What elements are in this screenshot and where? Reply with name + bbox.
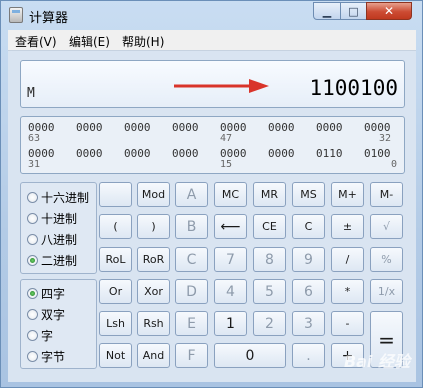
key-2[interactable]: 2 xyxy=(253,311,286,336)
maximize-button[interactable]: □ xyxy=(340,2,367,20)
key-decimal[interactable]: . xyxy=(292,343,325,368)
key-and[interactable]: And xyxy=(137,343,170,368)
key-mc[interactable]: MC xyxy=(214,182,247,207)
bit-position: 31 xyxy=(28,159,41,170)
binary-bits-panel: 0000 0000 0000 0000 0000 0000 0000 0000 … xyxy=(20,116,405,174)
key-6[interactable]: 6 xyxy=(292,279,325,304)
key-1[interactable]: 1 xyxy=(214,311,247,336)
key-sqrt[interactable]: √ xyxy=(370,214,403,239)
radio-button[interactable] xyxy=(27,308,38,320)
key-multiply[interactable]: * xyxy=(331,279,364,304)
key-ms[interactable]: MS xyxy=(292,182,325,207)
minimize-icon: ▁ xyxy=(322,4,332,18)
key-blank xyxy=(99,182,132,207)
title-bar[interactable]: 计算器 ▁ □ ✕ xyxy=(1,1,422,29)
display-value: 1100100 xyxy=(309,76,398,100)
key-lsh[interactable]: Lsh xyxy=(99,311,132,336)
close-button[interactable]: ✕ xyxy=(366,2,412,20)
bits-row-1-positions: 63 47 32 xyxy=(21,133,404,145)
radio-button-selected[interactable] xyxy=(27,287,38,299)
bit-position: 0 xyxy=(391,159,398,170)
word-size-group: 四字 双字 字 字节 xyxy=(20,279,97,369)
key-xor[interactable]: Xor xyxy=(137,279,170,304)
key-reciprocal[interactable]: 1/x xyxy=(370,279,403,304)
radio-button[interactable] xyxy=(27,350,38,362)
key-equals[interactable]: = xyxy=(370,311,403,368)
radio-word[interactable]: 字 xyxy=(27,327,53,343)
key-7[interactable]: 7 xyxy=(214,247,247,272)
key-plus[interactable]: + xyxy=(331,343,364,368)
radio-oct[interactable]: 八进制 xyxy=(27,231,77,247)
bit-position: 47 xyxy=(220,133,233,144)
radio-button[interactable] xyxy=(27,212,38,224)
key-rol[interactable]: RoL xyxy=(99,247,132,272)
key-rsh[interactable]: Rsh xyxy=(137,311,170,336)
bits-row-2: 0000 0000 0000 0000 0000 0000 0110 0100 xyxy=(21,147,404,160)
minimize-button[interactable]: ▁ xyxy=(313,2,341,20)
close-icon: ✕ xyxy=(383,4,395,18)
menu-help[interactable]: 帮助(H) xyxy=(122,33,164,50)
key-divide[interactable]: / xyxy=(331,247,364,272)
radio-button[interactable] xyxy=(27,191,38,203)
key-hex-f[interactable]: F xyxy=(175,343,208,368)
key-left-paren[interactable]: ( xyxy=(99,214,132,239)
menu-view[interactable]: 查看(V) xyxy=(15,33,57,50)
maximize-icon: □ xyxy=(348,4,359,18)
key-5[interactable]: 5 xyxy=(253,279,286,304)
radio-byte[interactable]: 字节 xyxy=(27,348,65,364)
key-m-minus[interactable]: M- xyxy=(370,182,403,207)
backspace-key[interactable]: ⟵ xyxy=(214,214,247,239)
result-display: M 1100100 xyxy=(20,60,405,108)
memory-indicator: M xyxy=(27,86,35,101)
radio-dword[interactable]: 双字 xyxy=(27,306,65,322)
key-4[interactable]: 4 xyxy=(214,279,247,304)
key-hex-c[interactable]: C xyxy=(175,247,208,272)
bit-position: 63 xyxy=(28,133,41,144)
bit-position: 32 xyxy=(379,133,392,144)
key-3[interactable]: 3 xyxy=(292,311,325,336)
key-right-paren[interactable]: ) xyxy=(137,214,170,239)
bit-position: 15 xyxy=(220,159,233,170)
radio-dec[interactable]: 十进制 xyxy=(27,210,77,226)
key-plus-minus[interactable]: ± xyxy=(331,214,364,239)
key-mod[interactable]: Mod xyxy=(137,182,170,207)
key-not[interactable]: Not xyxy=(99,343,132,368)
red-arrow-annotation xyxy=(174,79,269,93)
menu-bar: 查看(V) 编辑(E) 帮助(H) xyxy=(8,30,416,51)
key-ror[interactable]: RoR xyxy=(137,247,170,272)
radio-hex[interactable]: 十六进制 xyxy=(27,189,89,205)
key-mr[interactable]: MR xyxy=(253,182,286,207)
bits-row-1: 0000 0000 0000 0000 0000 0000 0000 0000 xyxy=(21,121,404,134)
window-title: 计算器 xyxy=(29,11,69,26)
key-ce[interactable]: CE xyxy=(253,214,286,239)
key-8[interactable]: 8 xyxy=(253,247,286,272)
radio-button[interactable] xyxy=(27,233,38,245)
radio-qword[interactable]: 四字 xyxy=(27,285,65,301)
key-hex-b[interactable]: B xyxy=(175,214,208,239)
menu-edit[interactable]: 编辑(E) xyxy=(69,33,110,50)
calculator-window: 计算器 ▁ □ ✕ 查看(V) 编辑(E) 帮助(H) M 1100100 00… xyxy=(0,0,423,388)
radio-bin[interactable]: 二进制 xyxy=(27,252,77,268)
backspace-icon: ⟵ xyxy=(220,218,241,235)
radio-button-selected[interactable] xyxy=(27,254,38,266)
key-clear[interactable]: C xyxy=(292,214,325,239)
key-hex-a[interactable]: A xyxy=(175,182,208,207)
key-minus[interactable]: - xyxy=(331,311,364,336)
radix-group: 十六进制 十进制 八进制 二进制 xyxy=(20,182,97,274)
calculator-body: M 1100100 0000 0000 0000 0000 0000 0000 … xyxy=(8,51,416,382)
key-m-plus[interactable]: M+ xyxy=(331,182,364,207)
bits-row-2-positions: 31 15 0 xyxy=(21,159,404,171)
key-percent[interactable]: % xyxy=(370,247,403,272)
key-9[interactable]: 9 xyxy=(292,247,325,272)
key-hex-d[interactable]: D xyxy=(175,279,208,304)
key-or[interactable]: Or xyxy=(99,279,132,304)
calculator-app-icon xyxy=(9,7,23,23)
radio-button[interactable] xyxy=(27,329,38,341)
key-0[interactable]: 0 xyxy=(214,343,286,368)
key-hex-e[interactable]: E xyxy=(175,311,208,336)
